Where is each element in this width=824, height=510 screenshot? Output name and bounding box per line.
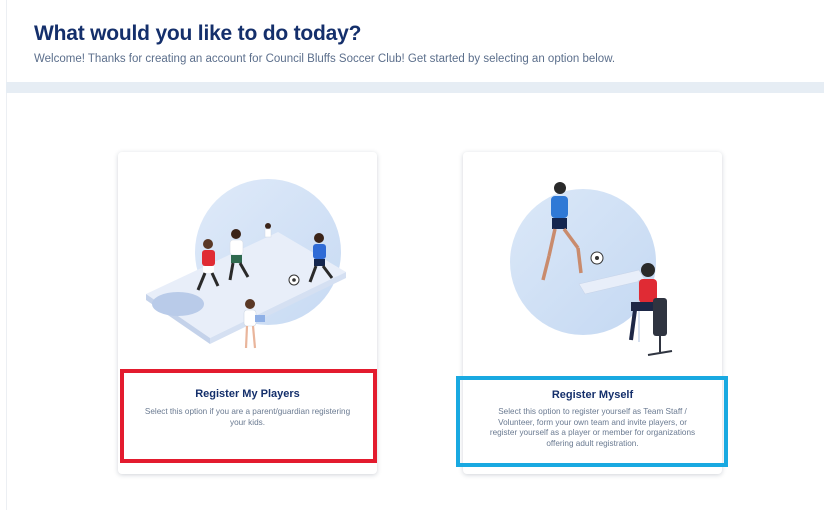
page-subtitle: Welcome! Thanks for creating an account … — [34, 53, 616, 65]
register-myself-title: Register Myself — [551, 389, 634, 401]
adult-player-and-registrant-illustration — [510, 182, 673, 356]
register-myself-card[interactable]: Register Myself Select this option to re… — [463, 152, 722, 474]
register-my-players-description: Select this option if you are a parent/g… — [144, 407, 351, 427]
page-header: What would you like to do today? Welcome… — [0, 0, 824, 82]
header-divider — [6, 82, 824, 93]
page-title: What would you like to do today? — [34, 22, 362, 45]
register-my-players-card[interactable]: Register My Players Select this option i… — [118, 152, 377, 474]
kids-playing-soccer-illustration — [146, 179, 346, 349]
register-my-players-title: Register My Players — [195, 388, 300, 400]
register-myself-description: Select this option to register yourself … — [489, 407, 696, 448]
